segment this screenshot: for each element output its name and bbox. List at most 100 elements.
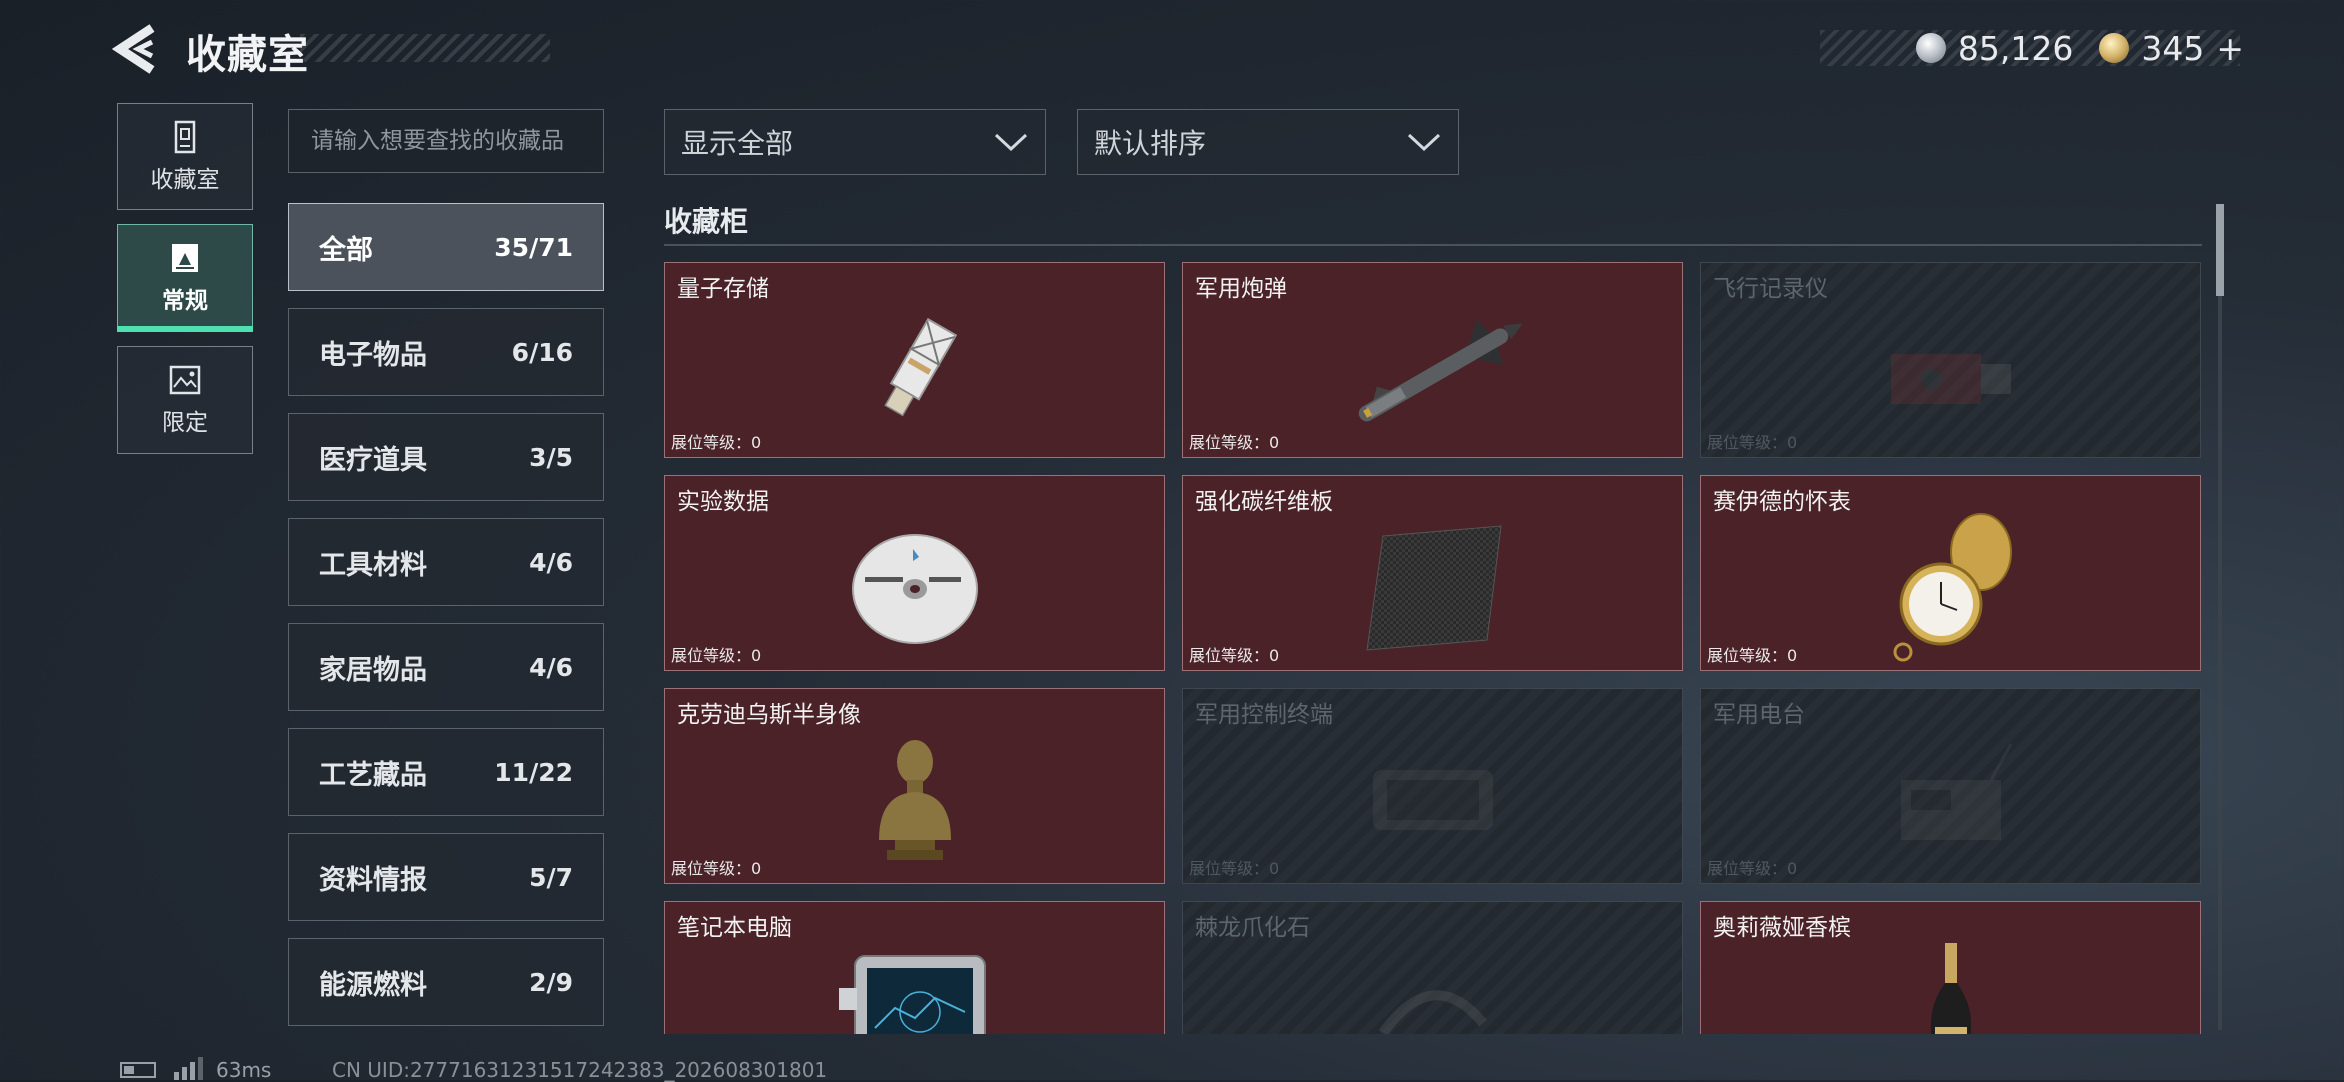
add-currency-button[interactable]: + [2216,29,2244,68]
collection-card[interactable]: 飞行记录仪展位等级：0 [1700,262,2201,458]
category-item[interactable]: 资料情报 5/7 [288,833,604,921]
category-item[interactable]: 全部 35/71 [288,203,604,291]
collection-item-image [1328,309,1538,443]
category-count: 3/5 [529,442,573,472]
category-count: 2/9 [529,967,573,997]
collection-item-name: 奥莉薇娅香槟 [1713,915,1851,941]
cabinet-divider [664,244,2202,246]
collection-card[interactable]: 笔记本电脑 [664,901,1165,1034]
display-filter-dropdown[interactable]: 显示全部 [664,109,1046,175]
collection-item-name: 克劳迪乌斯半身像 [677,702,861,728]
display-level-value: 0 [751,433,762,452]
category-name: 医疗道具 [319,444,427,476]
collection-item-image [1363,963,1503,1034]
sort-dropdown[interactable]: 默认排序 [1077,109,1459,175]
category-name: 电子物品 [319,339,427,371]
category-name: 资料情报 [319,864,427,896]
collection-item-image [1363,750,1503,854]
category-count: 6/16 [511,337,573,367]
display-level-label: 展位等级： [1707,646,1788,665]
title-stripe-decoration [300,34,550,62]
category-name: 工具材料 [319,549,427,581]
category-item[interactable]: 工艺藏品 11/22 [288,728,604,816]
display-level-label: 展位等级： [671,646,752,665]
display-level-value: 0 [1787,646,1798,665]
category-name: 能源燃料 [319,969,427,1001]
scrollbar-track [2218,204,2222,1030]
collection-item-image [855,314,975,438]
category-count: 11/22 [494,757,573,787]
collection-card[interactable]: 奥莉薇娅香槟 [1700,901,2201,1034]
gold-coin-icon [2099,33,2130,63]
collection-card[interactable]: 军用电台 展位等级：0 [1700,688,2201,884]
page-title: 收藏室 [186,32,309,78]
display-level: 展位等级：0 [671,642,761,666]
category-item[interactable]: 医疗道具 3/5 [288,413,604,501]
scrollbar-thumb[interactable] [2216,204,2224,296]
collection-item-image [865,730,965,874]
display-level: 展位等级：0 [1189,429,1279,453]
display-level: 展位等级：0 [1707,429,1797,453]
nav-collection-room-label: 收藏室 [150,166,220,193]
silver-coin-value: 85,126 [1957,28,2074,68]
category-count: 4/6 [529,547,573,577]
collection-card[interactable]: 赛伊德的怀表展位等级：0 [1700,475,2201,671]
display-level-value: 0 [751,646,762,665]
category-item[interactable]: 能源燃料 2/9 [288,938,604,1026]
category-name: 家居物品 [319,654,427,686]
collection-item-name: 棘龙爪化石 [1195,915,1310,941]
collection-item-name: 笔记本电脑 [677,915,792,941]
user-uid: CN UID:27771631231517242383_202608301801 [332,1058,828,1082]
collection-card[interactable]: 军用控制终端 展位等级：0 [1182,688,1683,884]
display-filter-value: 显示全部 [681,127,794,160]
nav-collection-room[interactable]: 收藏室 [117,103,253,210]
collection-item-name: 量子存储 [677,276,769,302]
battery-icon [120,1062,156,1078]
collection-card[interactable]: 强化碳纤维板 展位等级：0 [1182,475,1683,671]
nav-limited-label: 限定 [162,410,208,436]
category-item[interactable]: 电子物品 6/16 [288,308,604,396]
collection-card[interactable]: 棘龙爪化石 [1182,901,1683,1034]
chevron-down-icon [994,133,1028,152]
display-level-label: 展位等级： [1189,859,1270,878]
collection-item-name: 强化碳纤维板 [1195,489,1333,515]
cabinet-grid: 量子存储 展位等级：0 军用炮弹 展位等级：0 飞行记录仪 展位等级：0 实验数据 展位等级：… [664,262,2204,1034]
display-level-label: 展位等级： [671,859,752,878]
gold-coin-value: 345 [2141,28,2205,68]
category-name: 工艺藏品 [319,759,427,791]
display-level-value: 0 [1269,646,1280,665]
display-level-value: 0 [1787,859,1798,878]
category-item[interactable]: 工具材料 4/6 [288,518,604,606]
back-button[interactable] [112,24,160,74]
chevron-down-icon [1407,133,1441,152]
collection-item-image [845,527,985,651]
display-level-label: 展位等级： [671,433,752,452]
category-name: 全部 [319,234,373,266]
category-count: 35/71 [494,232,573,262]
search-input[interactable] [288,109,604,173]
display-level-label: 展位等级： [1707,433,1788,452]
display-level-value: 0 [751,859,762,878]
sort-value: 默认排序 [1094,127,1207,160]
silver-coin-icon [1915,33,1946,63]
collection-card[interactable]: 量子存储展位等级：0 [664,262,1165,458]
collection-item-name: 军用炮弹 [1195,276,1287,302]
display-level: 展位等级：0 [1707,642,1797,666]
nav-active-indicator [117,326,253,332]
display-level-value: 0 [1787,433,1798,452]
display-level-value: 0 [1269,859,1280,878]
collection-item-name: 实验数据 [677,489,769,515]
collection-item-name: 赛伊德的怀表 [1713,489,1851,515]
display-level-label: 展位等级： [1707,859,1788,878]
collection-item-name: 飞行记录仪 [1713,276,1828,302]
nav-regular[interactable]: 常规 [117,224,253,332]
category-item[interactable]: 家居物品 4/6 [288,623,604,711]
collection-card[interactable]: 克劳迪乌斯半身像展位等级：0 [664,688,1165,884]
currency-group: 85,126 345 + [1915,26,2244,70]
nav-limited[interactable]: 限定 [117,346,253,454]
display-level: 展位等级：0 [1189,855,1279,879]
collection-item-image [1921,942,1981,1034]
collection-item-image [1881,740,2021,864]
collection-card[interactable]: 实验数据展位等级：0 [664,475,1165,671]
collection-card[interactable]: 军用炮弹展位等级：0 [1182,262,1683,458]
